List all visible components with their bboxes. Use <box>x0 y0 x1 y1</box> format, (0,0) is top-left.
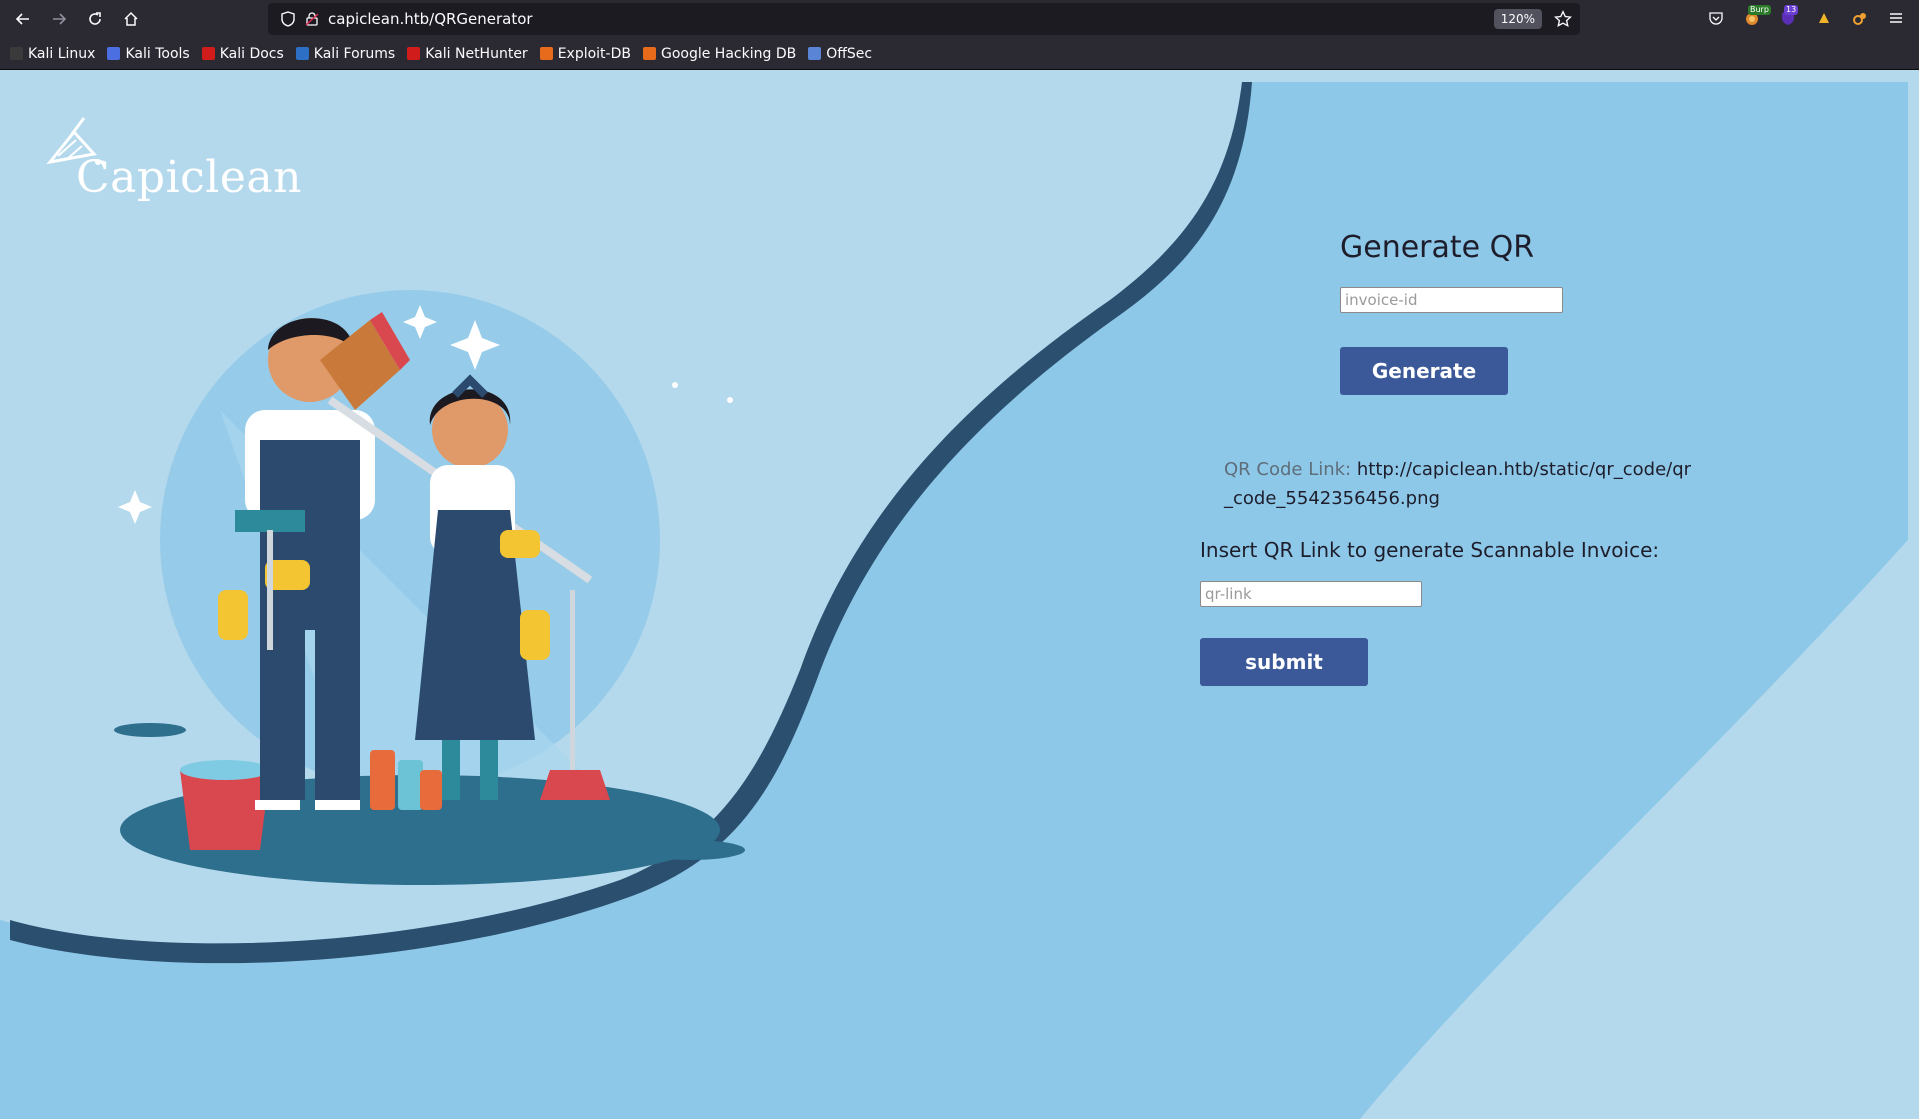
url-bar[interactable]: capiclean.htb/QRGenerator 120% <box>268 3 1580 35</box>
bookmark-google-hacking-db[interactable]: Google Hacking DB <box>642 46 796 62</box>
qr-link-input[interactable] <box>1200 581 1422 607</box>
bookmark-kali-linux[interactable]: Kali Linux <box>10 46 95 62</box>
bookmark-kali-docs[interactable]: Kali Docs <box>201 46 284 62</box>
home-button[interactable] <box>119 7 143 31</box>
burp-icon[interactable]: Burp <box>1742 5 1771 28</box>
arrow-right-icon <box>53 13 67 25</box>
shield-icon[interactable] <box>280 11 296 27</box>
kali-linux-icon <box>10 47 23 60</box>
reload-button[interactable] <box>83 7 107 31</box>
forward-button[interactable] <box>47 7 71 31</box>
extension-a-icon[interactable] <box>1814 8 1834 28</box>
google-hacking-db-icon <box>642 47 656 60</box>
qr-code-link-label: QR Code Link: <box>1224 459 1352 480</box>
page: Capiclean Generate QR invoice-id Generat… <box>0 70 1919 1119</box>
bookmark-kali-tools[interactable]: Kali Tools <box>107 46 190 62</box>
bookmark-star-icon[interactable] <box>1554 10 1572 28</box>
kali-tools-icon <box>107 47 121 60</box>
browser-toolbar: capiclean.htb/QRGenerator 120% Burp 13 <box>0 0 1919 38</box>
reload-icon <box>89 12 101 25</box>
zoom-badge[interactable]: 120% <box>1493 9 1542 29</box>
url-text[interactable]: capiclean.htb/QRGenerator <box>328 10 533 28</box>
kali-nethunter-icon <box>407 47 421 60</box>
extension-b-icon[interactable] <box>1850 8 1870 28</box>
bookmark-kali-forums[interactable]: Kali Forums <box>295 46 395 62</box>
qr-generator-form: Generate QR Generate QR Code Link: http:… <box>0 70 1919 1119</box>
burp-badge: Burp <box>1748 5 1771 15</box>
generate-qr-title: Generate QR <box>1340 230 1535 265</box>
bookmarks-bar: Kali Linux Kali Tools Kali Docs Kali For… <box>0 38 1919 70</box>
offsec-icon <box>808 47 822 60</box>
ublock-icon[interactable]: 13 <box>1778 5 1799 28</box>
hamburger-icon <box>1890 13 1902 23</box>
bookmark-offsec[interactable]: OffSec <box>808 46 872 62</box>
pocket-icon[interactable] <box>1706 8 1726 28</box>
qr-code-link-line: QR Code Link: http://capiclean.htb/stati… <box>1224 455 1694 513</box>
kali-forums-icon <box>295 47 309 60</box>
home-icon <box>124 11 138 26</box>
back-button[interactable] <box>11 7 35 31</box>
generate-button[interactable]: Generate <box>1340 347 1508 395</box>
invoice-id-input[interactable] <box>1340 287 1563 313</box>
bookmark-kali-nethunter[interactable]: Kali NetHunter <box>407 46 528 62</box>
lock-icon[interactable] <box>304 11 320 27</box>
arrow-left-icon <box>15 13 29 25</box>
menu-button[interactable] <box>1886 8 1906 28</box>
exploit-db-icon <box>539 47 553 60</box>
submit-button[interactable]: submit <box>1200 638 1368 686</box>
kali-docs-icon <box>201 47 215 60</box>
ublock-badge: 13 <box>1784 5 1799 15</box>
insert-qr-title: Insert QR Link to generate Scannable Inv… <box>1200 538 1660 562</box>
bookmark-exploit-db[interactable]: Exploit-DB <box>539 46 631 62</box>
